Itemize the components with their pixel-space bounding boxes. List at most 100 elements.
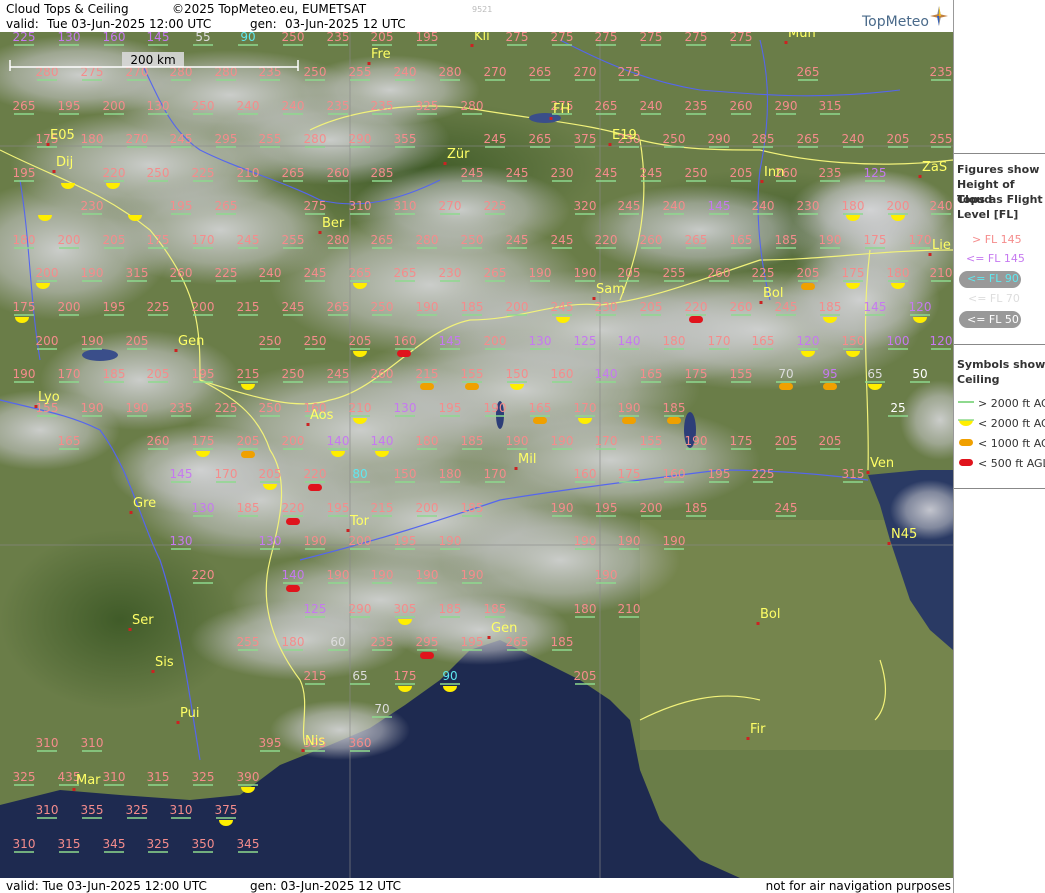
place-label[interactable]: Mil (518, 452, 536, 467)
flight-level-label: 260 (170, 266, 193, 280)
flight-level-label: 240 (930, 199, 953, 213)
flight-level-label: 275 (551, 32, 574, 44)
place-label[interactable]: Gre (133, 496, 156, 511)
flight-level-label: 195 (103, 300, 126, 314)
flight-level-label: 180 (663, 334, 686, 348)
flight-level-label: 195 (461, 635, 484, 649)
place-dot (174, 349, 178, 352)
satellite-map[interactable]: 225 130 160 145 55 90 250 235 205 195 275 275 275 275… (0, 32, 953, 878)
flight-level-label: 245 (327, 367, 350, 381)
flight-level-label: 125 (574, 334, 597, 348)
flight-level-label: 225 (147, 300, 170, 314)
place-label[interactable]: Gen (491, 621, 517, 636)
flight-level-label: 220 (103, 166, 126, 180)
place-label[interactable]: Gen (178, 334, 204, 349)
flight-level-label: 245 (461, 166, 484, 180)
flight-level-label: 215 (304, 669, 327, 683)
flight-level-label: 215 (237, 367, 260, 381)
place-dot (514, 467, 518, 470)
place-label[interactable]: Ser (132, 613, 154, 628)
topmeteo-logo[interactable]: TopMeteo (862, 14, 929, 30)
legend-divider (954, 153, 1045, 154)
flight-level-label: 275 (685, 32, 708, 44)
flight-level-label: 290 (708, 132, 731, 146)
place-label[interactable]: Pui (180, 706, 199, 721)
flight-level-label: 245 (618, 199, 641, 213)
flight-level-label: 260 (640, 233, 663, 247)
place-label[interactable]: FH (553, 102, 570, 117)
flight-level-label: 180 (439, 467, 462, 481)
legend-fl-le70: <= FL 70 (968, 292, 1020, 305)
footer-gen: gen: 03-Jun-2025 12 UTC (250, 879, 401, 893)
flight-level-label: 130 (170, 534, 193, 548)
place-label[interactable]: Bol (760, 607, 780, 622)
ceiling-lt1000-icon (801, 283, 815, 290)
valid-label: valid: (6, 17, 39, 31)
flight-level-label: 200 (36, 334, 59, 348)
flight-level-label: 200 (282, 434, 305, 448)
place-label[interactable]: Ven (870, 456, 894, 471)
place-label[interactable]: Fre (371, 47, 391, 62)
place-dot (746, 737, 750, 740)
flight-level-label: 165 (730, 233, 753, 247)
flight-level-label: 230 (797, 199, 820, 213)
gen-time: 03-Jun-2025 12 UTC (285, 17, 406, 31)
flight-level-label: 275 (595, 32, 618, 44)
place-label[interactable]: Tor (349, 514, 370, 529)
place-label[interactable]: Lyo (38, 390, 60, 405)
flight-level-label: 140 (595, 367, 618, 381)
flight-level-label: 205 (147, 367, 170, 381)
flight-level-label: 255 (259, 132, 282, 146)
flight-level-label: 200 (484, 334, 507, 348)
place-label[interactable]: Kli (474, 32, 490, 44)
flight-level-label: 245 (170, 132, 193, 146)
place-label[interactable]: Nis (305, 734, 325, 749)
compass-logo-icon (930, 6, 948, 26)
place-label[interactable]: N45 (891, 527, 917, 542)
flight-level-label: 235 (371, 635, 394, 649)
place-label[interactable]: Sam (596, 282, 625, 297)
flight-level-label: 145 (439, 334, 462, 348)
place-label[interactable]: Zür (447, 147, 470, 162)
place-label[interactable]: Sis (155, 655, 174, 670)
flight-level-label: 270 (484, 65, 507, 79)
flight-level-label: 90 (240, 32, 255, 44)
flight-level-label: 260 (730, 99, 753, 113)
footer-valid-time: Tue 03-Jun-2025 12:00 UTC (42, 879, 207, 893)
flight-level-label: 160 (103, 32, 126, 44)
flight-level-label: 250 (282, 32, 305, 44)
flight-level-label: 325 (13, 770, 36, 784)
flight-level-label: 170 (909, 233, 932, 247)
flight-level-label: 185 (461, 501, 484, 515)
place-label[interactable]: Aos (310, 408, 334, 423)
flight-level-label: 205 (371, 32, 394, 44)
place-label[interactable]: Mar (76, 773, 101, 788)
place-label[interactable]: Mun (788, 32, 816, 41)
place-label[interactable]: Lie (932, 238, 951, 253)
place-label[interactable]: Dij (56, 155, 73, 170)
flight-level-label: 275 (730, 32, 753, 44)
flight-level-label: 190 (81, 334, 104, 348)
place-label[interactable]: Ber (322, 216, 345, 231)
ceiling-lt1000-icon (823, 383, 837, 390)
legend-ceil-lt2000: < 2000 ft AGL (978, 417, 1045, 430)
flight-level-label: 185 (775, 233, 798, 247)
flight-level-label: 310 (36, 803, 59, 817)
header-bar: Cloud Tops & Ceiling ©2025 TopMeteo.eu, … (0, 0, 953, 32)
flight-level-label: 190 (685, 434, 708, 448)
place-label[interactable]: Bol (763, 286, 783, 301)
flight-level-label: 345 (103, 837, 126, 851)
flight-level-label: 310 (170, 803, 193, 817)
flight-level-label: 270 (574, 65, 597, 79)
flight-level-label: 355 (394, 132, 417, 146)
flight-level-label: 95 (822, 367, 837, 381)
place-label[interactable]: Inn (764, 165, 784, 180)
place-label[interactable]: E05 (50, 128, 75, 143)
flight-level-label: 320 (574, 199, 597, 213)
flight-level-label: 225 (13, 32, 36, 44)
place-label[interactable]: ZaS (922, 160, 947, 175)
place-label[interactable]: E19 (612, 128, 637, 143)
place-label[interactable]: Fir (750, 722, 766, 737)
legend-symbols-line-1: Symbols show (957, 358, 1045, 371)
flight-level-label: 210 (618, 602, 641, 616)
